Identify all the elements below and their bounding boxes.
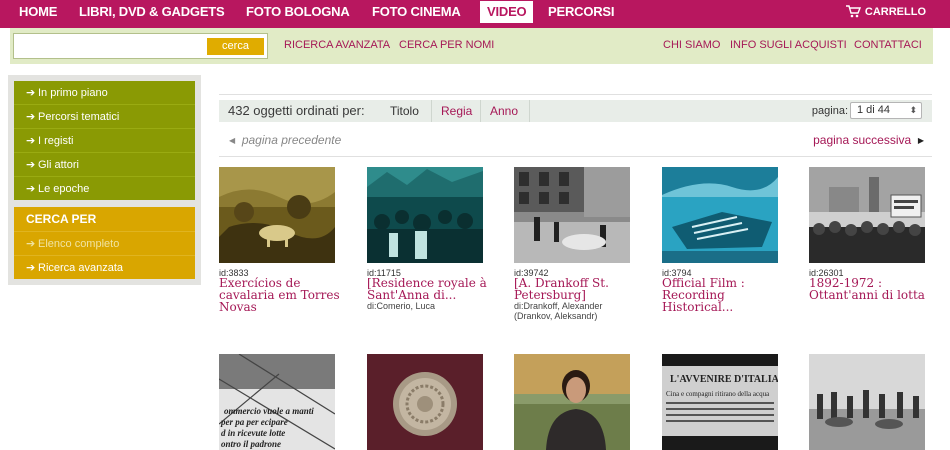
item-thumbnail[interactable] (219, 167, 335, 263)
woman-portrait-photo-icon (514, 354, 630, 450)
page-select[interactable]: 1 di 44 ⬍ (850, 102, 922, 119)
arrow-right-icon: ➔ (26, 111, 36, 123)
sidebar-item-label: I registi (38, 135, 74, 147)
sidebar-item-le-epoche[interactable]: ➔ Le epoche (14, 177, 195, 201)
sidebar-item-label: Le epoche (38, 183, 90, 195)
stepper-icon: ⬍ (909, 105, 917, 115)
sidebar-item-label: In primo piano (38, 87, 108, 99)
sidebar-item-percorsi-tematici[interactable]: ➔ Percorsi tematici (14, 105, 195, 129)
sidebar-item-label: Elenco completo (38, 238, 120, 250)
next-page-label: pagina successiva (813, 133, 912, 147)
sidebar-item-label: Ricerca avanzata (38, 262, 123, 274)
sidebar-item-elenco-completo[interactable]: ➔ Elenco completo (14, 231, 195, 255)
overlay-text: d in ricevute lotte (221, 428, 285, 438)
arrow-right-icon: ➔ (26, 159, 36, 171)
sidebar-item-i-registi[interactable]: ➔ I registi (14, 129, 195, 153)
sort-anno[interactable]: Anno (480, 100, 527, 122)
nav-video[interactable]: VIDEO (480, 1, 534, 23)
cart-label: CARRELLO (864, 6, 926, 18)
overlay-text: ontro il padrone (221, 439, 281, 449)
item-thumbnail[interactable] (514, 354, 630, 450)
bw-protest-photo-icon (809, 167, 925, 263)
nav-percorsi[interactable]: PERCORSI (541, 0, 621, 24)
search-bar: cerca RICERCA AVANZATA CERCA PER NOMI CH… (10, 28, 933, 64)
item-thumbnail[interactable] (367, 354, 483, 450)
nav-libri-dvd-gadgets[interactable]: LIBRI, DVD & GADGETS (72, 0, 232, 24)
overlay-text: Cina e compagni ritirano della acqua (666, 390, 770, 398)
cyan-ship-photo-icon (662, 167, 778, 263)
sidebar-item-gli-attori[interactable]: ➔ Gli attori (14, 153, 195, 177)
arrow-right-icon: ➔ (26, 183, 36, 195)
sepia-horse-photo-icon (219, 167, 335, 263)
prev-page-link[interactable]: ◀ pagina precedente (229, 133, 341, 147)
top-nav: HOME LIBRI, DVD & GADGETS FOTO BOLOGNA F… (0, 0, 950, 28)
overlay-text: L'AVVENIRE D'ITALIA (670, 374, 778, 385)
item-director: di:Comerio, Luca (367, 301, 436, 311)
item-thumbnail[interactable] (367, 167, 483, 263)
coin-photo-icon (367, 354, 483, 450)
item-thumbnail[interactable] (809, 354, 925, 450)
sidebar-item-label: Percorsi tematici (38, 111, 120, 123)
search-input[interactable] (17, 37, 202, 55)
overlay-text: ommercio vuole a manti (224, 406, 314, 416)
triangle-left-icon: ◀ (229, 136, 236, 145)
arrow-right-icon: ➔ (26, 238, 36, 250)
sort-titolo[interactable]: Titolo (381, 100, 428, 122)
bw-cavalry-photo-icon (809, 354, 925, 450)
cart-link[interactable]: CARRELLO (845, 0, 926, 24)
item-title-link[interactable]: [A. Drankoff St. Petersburg] (514, 277, 639, 301)
purchase-info-link[interactable]: INFO SUGLI ACQUISTI (730, 39, 847, 51)
about-us-link[interactable]: CHI SIAMO (663, 39, 720, 51)
triangle-right-icon: ▶ (917, 136, 924, 145)
next-page-link[interactable]: pagina successiva ▶ (813, 133, 924, 147)
search-button[interactable]: cerca (207, 38, 264, 55)
search-by-name-link[interactable]: CERCA PER NOMI (399, 39, 494, 51)
sort-regia[interactable]: Regia (431, 100, 481, 122)
item-title-link[interactable]: 1892-1972 : Ottant'anni di lotta (809, 277, 934, 301)
item-title-link[interactable]: Exercícios de cavalaria em Torres Novas (219, 277, 344, 313)
arrow-right-icon: ➔ (26, 262, 36, 274)
divider (219, 156, 932, 157)
item-thumbnail[interactable]: ommercio vuole a manti per pa per ecipar… (219, 354, 335, 450)
overlay-text: per pa per ecipare (220, 417, 288, 427)
results-count: 432 oggetti ordinati per: (228, 103, 365, 118)
item-title-link[interactable]: [Residence royale à Sant'Anna di... (367, 277, 492, 301)
sidebar-item-label: Gli attori (38, 159, 79, 171)
page-label: pagina: (811, 105, 848, 117)
bw-newspaper-photo-icon: ommercio vuole a manti per pa per ecipar… (219, 354, 335, 450)
item-thumbnail[interactable] (514, 167, 630, 263)
arrow-right-icon: ➔ (26, 135, 36, 147)
item-director: di:Drankoff, Alexander (Drankov, Aleksan… (514, 301, 603, 321)
contact-link[interactable]: CONTATTACI (854, 39, 922, 51)
sidebar-nav: ➔ In primo piano ➔ Percorsi tematici ➔ I re… (14, 81, 195, 200)
results-header: 432 oggetti ordinati per: Titolo Regia A… (219, 100, 932, 122)
cart-icon (845, 5, 861, 18)
bw-street-photo-icon (514, 167, 630, 263)
divider (529, 100, 530, 122)
nav-foto-bologna[interactable]: FOTO BOLOGNA (239, 0, 357, 24)
arrow-right-icon: ➔ (26, 87, 36, 99)
sidebar-item-ricerca-avanzata[interactable]: ➔ Ricerca avanzata (14, 255, 195, 279)
cyan-crowd-photo-icon (367, 167, 483, 263)
prev-page-label: pagina precedente (241, 133, 342, 147)
newspaper-photo-icon: L'AVVENIRE D'ITALIA Cina e compagni riti… (662, 354, 778, 450)
item-title-link[interactable]: Official Film : Recording Historical... (662, 277, 787, 313)
advanced-search-link[interactable]: RICERCA AVANZATA (284, 39, 390, 51)
nav-home[interactable]: HOME (12, 0, 64, 24)
sidebar-item-in-primo-piano[interactable]: ➔ In primo piano (14, 81, 195, 105)
item-thumbnail[interactable] (809, 167, 925, 263)
item-thumbnail[interactable] (662, 167, 778, 263)
sidebar: ➔ In primo piano ➔ Percorsi tematici ➔ I re… (8, 75, 201, 285)
sidebar-cerca-per: CERCA PER ➔ Elenco completo ➔ Ricerca avan… (14, 207, 195, 279)
nav-foto-cinema[interactable]: FOTO CINEMA (365, 0, 468, 24)
divider (219, 94, 932, 95)
item-thumbnail[interactable]: L'AVVENIRE D'ITALIA Cina e compagni riti… (662, 354, 778, 450)
cerca-per-heading: CERCA PER (26, 212, 97, 226)
page-value: 1 di 44 (857, 104, 891, 116)
search-box: cerca (13, 33, 268, 59)
